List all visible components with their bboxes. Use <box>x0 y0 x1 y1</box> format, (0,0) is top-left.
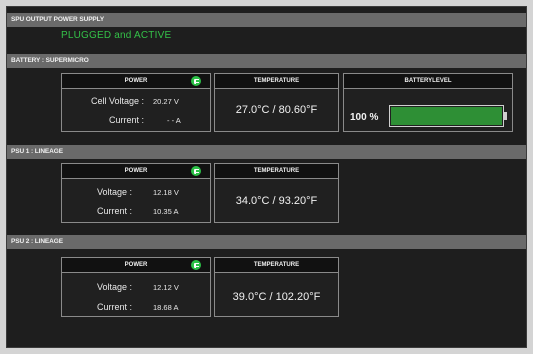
battery-voltage-value: 20.27 V <box>153 97 179 106</box>
spu-status-text: PLUGGED and ACTIVE <box>61 30 172 41</box>
battery-level-percent: 100 % <box>350 112 379 123</box>
psu2-power-card: POWER Voltage : 12.12 V Current : 18.68 … <box>61 257 211 317</box>
psu2-temperature-card: TEMPERATURE 39.0°C / 102.20°F <box>214 257 339 317</box>
psu1-temperature-card-title: TEMPERATURE <box>215 164 338 179</box>
psu1-temperature-value: 34.0°C / 93.20°F <box>235 195 318 207</box>
psu2-current-label: Current : <box>96 302 132 312</box>
battery-temperature-value: 27.0°C / 80.60°F <box>235 104 318 116</box>
psu1-voltage-label: Voltage : <box>96 187 132 197</box>
psu2-section-header: PSU 2 : LINEAGE <box>7 235 526 249</box>
psu1-power-card-title: POWER <box>62 164 210 179</box>
psu2-current-value: 18.68 A <box>153 303 179 312</box>
battery-level-card: BATTERYLEVEL 100 % <box>343 73 513 132</box>
psu2-temperature-card-title: TEMPERATURE <box>215 258 338 273</box>
battery-current-value: - - A <box>167 116 181 125</box>
psu2-voltage-label: Voltage : <box>96 282 132 292</box>
spu-status-row: PLUGGED and ACTIVE <box>7 27 526 47</box>
battery-section-header: BATTERY : SUPERMICRO <box>7 54 526 68</box>
battery-current-label: Current : <box>108 115 144 125</box>
psu1-current-value: 10.35 A <box>153 207 179 216</box>
battery-temperature-card-title: TEMPERATURE <box>215 74 338 89</box>
power-plug-icon <box>191 260 201 270</box>
battery-level-bar <box>389 105 504 127</box>
psu1-current-label: Current : <box>96 206 132 216</box>
psu2-temperature-value: 39.0°C / 102.20°F <box>232 291 321 303</box>
psu1-temperature-card: TEMPERATURE 34.0°C / 93.20°F <box>214 163 339 223</box>
power-plug-icon <box>191 166 201 176</box>
psu2-power-card-title: POWER <box>62 258 210 273</box>
battery-level-card-title: BATTERYLEVEL <box>344 74 512 89</box>
battery-level-fill <box>391 107 502 125</box>
power-plug-icon <box>191 76 201 86</box>
psu1-section-header: PSU 1 : LINEAGE <box>7 145 526 159</box>
battery-terminal-icon <box>504 112 507 120</box>
battery-temperature-card: TEMPERATURE 27.0°C / 80.60°F <box>214 73 339 132</box>
battery-power-card: POWER Cell Voltage : 20.27 V Current : -… <box>61 73 211 132</box>
psu1-voltage-value: 12.18 V <box>153 188 179 197</box>
psu1-power-card: POWER Voltage : 12.18 V Current : 10.35 … <box>61 163 211 223</box>
psu2-voltage-value: 12.12 V <box>153 283 179 292</box>
spu-section-header: SPU OUTPUT POWER SUPPLY <box>7 13 526 27</box>
battery-voltage-label: Cell Voltage : <box>90 96 144 106</box>
power-monitor-panel: SPU OUTPUT POWER SUPPLY PLUGGED and ACTI… <box>6 6 527 348</box>
battery-power-card-title: POWER <box>62 74 210 89</box>
